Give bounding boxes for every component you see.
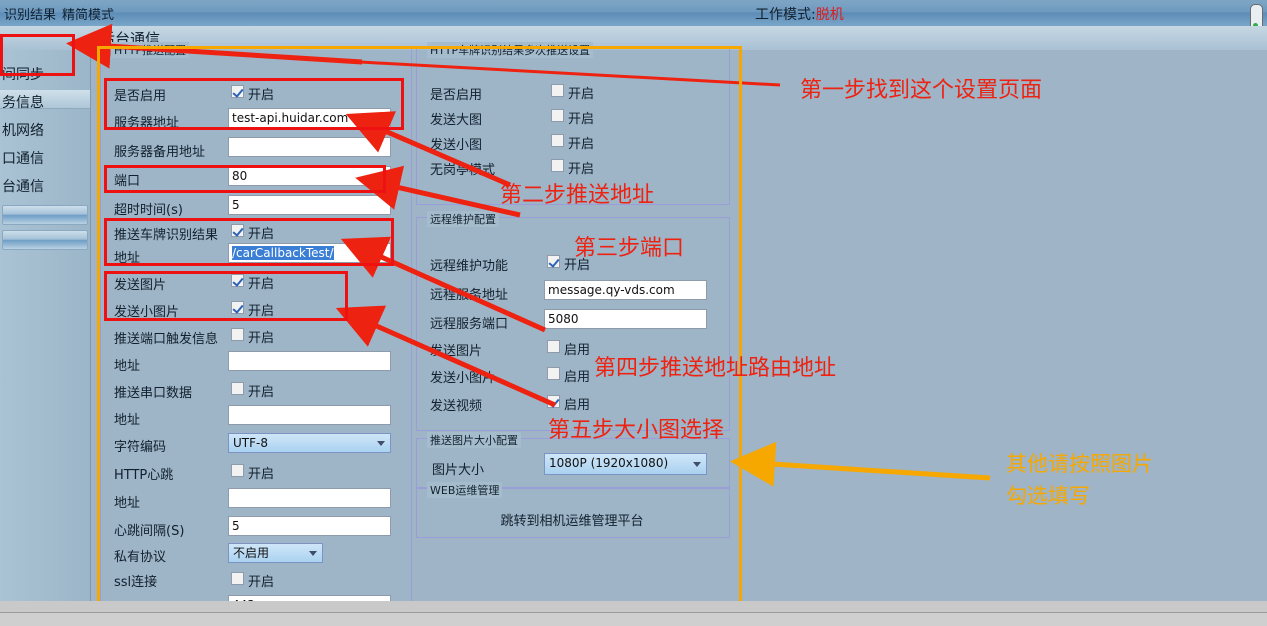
annotation-other-line2: 勾选填写	[1006, 484, 1090, 508]
annotation-step2: 第二步推送地址	[500, 183, 655, 208]
sidebar-item-serial-comm[interactable]: 口通信	[0, 146, 90, 172]
annotation-step3: 第三步端口	[574, 236, 685, 261]
sidebar-item-camera-network[interactable]: 机网络	[0, 118, 90, 144]
menu-bar: 识别结果 精简模式 工作模式:脱机	[0, 0, 1267, 56]
highlight-image-options	[104, 271, 348, 321]
highlight-port	[104, 165, 386, 193]
sidebar-item-backend-comm[interactable]: 台通信	[0, 174, 90, 200]
menu-item-simple-mode[interactable]: 精简模式	[62, 4, 114, 23]
work-mode-indicator: 工作模式:脱机	[755, 4, 844, 24]
sidebar-button-1[interactable]	[2, 205, 88, 225]
annotation-step1: 第一步找到这个设置页面	[800, 78, 1043, 103]
work-mode-value: 脱机	[815, 7, 844, 23]
status-bar	[0, 612, 1267, 626]
highlight-settings-page	[97, 46, 742, 612]
annotation-other-line1: 其他请按照图片	[1006, 452, 1153, 476]
work-mode-label: 工作模式:	[755, 7, 816, 23]
sidebar-item-service-info[interactable]: 务信息	[0, 90, 90, 116]
highlight-server-address	[104, 78, 404, 130]
highlight-sidebar-item	[0, 34, 75, 76]
highlight-callback-url	[104, 218, 394, 266]
menu-item-recognition-result[interactable]: 识别结果	[4, 4, 56, 23]
sidebar: 间同步 务信息 机网络 口通信 台通信	[0, 50, 91, 612]
annotation-step4: 第四步推送地址路由地址	[594, 356, 837, 381]
annotation-step5: 第五步大小图选择	[548, 418, 725, 443]
bottom-filler	[0, 601, 1267, 612]
sidebar-button-2[interactable]	[2, 230, 88, 250]
